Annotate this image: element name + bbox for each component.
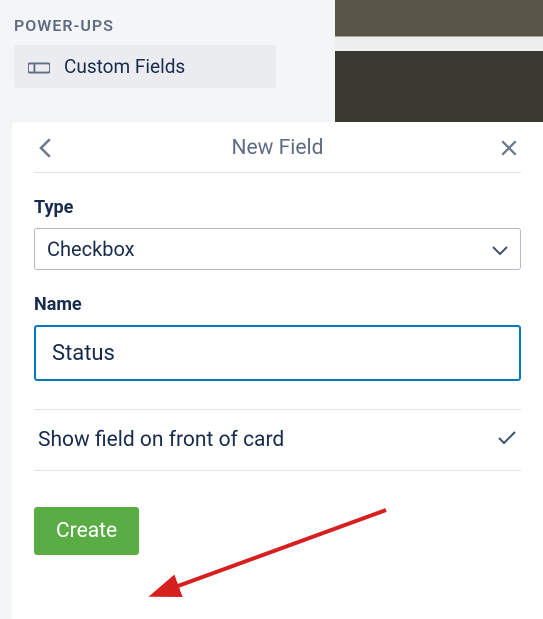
popover-title: New Field bbox=[232, 136, 324, 160]
type-select[interactable]: Checkbox bbox=[34, 228, 521, 270]
custom-fields-icon bbox=[28, 60, 50, 74]
name-label: Name bbox=[34, 294, 521, 315]
powerup-label: Custom Fields bbox=[64, 55, 185, 78]
popover-header: New Field bbox=[34, 136, 521, 173]
type-value: Checkbox bbox=[47, 237, 135, 261]
annotation-arrow bbox=[146, 506, 396, 606]
create-button[interactable]: Create bbox=[34, 507, 139, 555]
card-background bbox=[335, 0, 543, 122]
name-input[interactable] bbox=[34, 325, 521, 381]
chevron-down-icon bbox=[492, 237, 508, 261]
new-field-popover: New Field Type Checkbox Name Show field … bbox=[12, 122, 543, 619]
type-label: Type bbox=[34, 197, 521, 218]
show-field-label: Show field on front of card bbox=[38, 428, 284, 452]
show-field-front-toggle[interactable]: Show field on front of card bbox=[34, 409, 521, 471]
powerup-custom-fields[interactable]: Custom Fields bbox=[14, 45, 276, 88]
check-icon bbox=[497, 428, 517, 452]
back-button[interactable] bbox=[34, 136, 58, 160]
close-button[interactable] bbox=[497, 136, 521, 160]
